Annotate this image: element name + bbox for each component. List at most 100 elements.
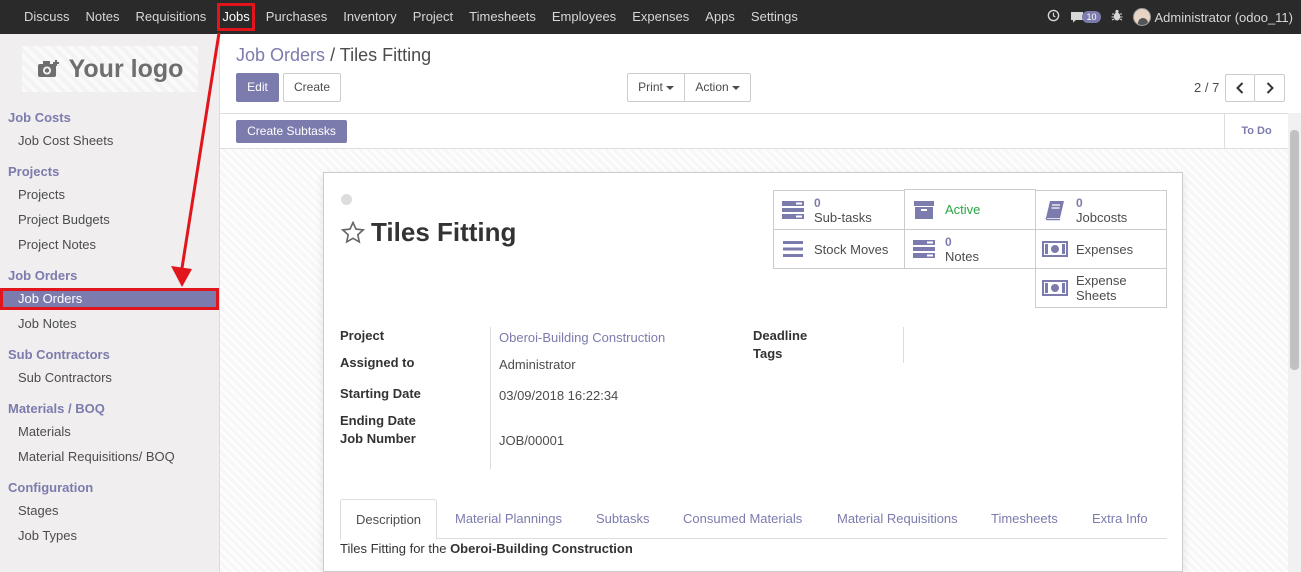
tab-material-requisitions[interactable]: Material Requisitions — [837, 499, 958, 539]
top-navbar: Discuss Notes Requisitions Jobs Purchase… — [0, 0, 1301, 34]
tab-timesheets[interactable]: Timesheets — [991, 499, 1058, 539]
star-icon[interactable] — [341, 221, 365, 244]
user-menu[interactable]: Administrator (odoo_11) — [1132, 8, 1294, 26]
notes-smart-button[interactable]: 0 Notes — [904, 229, 1036, 269]
jobcosts-count: 0 — [1076, 195, 1083, 210]
project-value[interactable]: Oberoi-Building Construction — [499, 330, 665, 345]
notes-count: 0 — [945, 234, 952, 249]
menu-jobs[interactable]: Jobs — [214, 0, 257, 34]
tab-description[interactable]: Description — [340, 499, 438, 540]
description-prefix: Tiles Fitting for the — [340, 541, 451, 556]
starting-date-value: 03/09/2018 16:22:34 — [499, 388, 619, 403]
sidebar-item-stages[interactable]: Stages — [0, 500, 219, 522]
assigned-to-label: Assigned to — [340, 355, 415, 370]
user-name: Administrator (odoo_11) — [1154, 9, 1294, 25]
print-label: Print — [638, 80, 663, 94]
expenses-label: Expenses — [1076, 241, 1134, 257]
menu-employees[interactable]: Employees — [544, 0, 624, 34]
expense-sheets-smart-button[interactable]: Expense Sheets — [1035, 268, 1167, 308]
edit-button[interactable]: Edit — [236, 73, 279, 102]
jobcosts-smart-button[interactable]: 0 Jobcosts — [1035, 190, 1167, 230]
breadcrumb-current: Tiles Fitting — [339, 45, 432, 65]
pager-previous-button[interactable] — [1225, 74, 1255, 102]
activity-clock-icon[interactable] — [1047, 9, 1060, 25]
tab-extra-info[interactable]: Extra Info — [1092, 499, 1148, 539]
menu-purchases[interactable]: Purchases — [258, 0, 335, 34]
money-bill-icon — [1042, 241, 1068, 257]
chevron-right-icon — [1266, 82, 1274, 94]
record-title: Tiles Fitting — [341, 217, 516, 248]
project-label: Project — [340, 328, 385, 343]
chevron-left-icon — [1236, 82, 1244, 94]
field-divider — [903, 327, 904, 363]
menu-settings[interactable]: Settings — [743, 0, 806, 34]
scrollbar-thumb[interactable] — [1290, 130, 1299, 370]
create-subtasks-button[interactable]: Create Subtasks — [236, 120, 347, 143]
sidebar-item-project-budgets[interactable]: Project Budgets — [0, 209, 219, 231]
subtasks-smart-button[interactable]: 0 Sub-tasks — [773, 190, 905, 230]
kanban-state-dot[interactable] — [341, 194, 352, 205]
assigned-to-value: Administrator — [499, 357, 576, 372]
systray: 10 Administrator (odoo_11) — [1047, 0, 1293, 34]
messages-icon[interactable]: 10 — [1070, 11, 1101, 23]
archive-icon — [911, 200, 937, 220]
expense-sheets-label: Expense Sheets — [1076, 273, 1127, 303]
caret-down-icon — [731, 85, 740, 90]
menu-project[interactable]: Project — [405, 0, 461, 34]
action-dropdown[interactable]: Action — [684, 73, 751, 102]
menu-inventory[interactable]: Inventory — [335, 0, 404, 34]
starting-date-label: Starting Date — [340, 386, 421, 401]
camera-icon — [37, 60, 59, 77]
tab-material-plannings[interactable]: Material Plannings — [455, 499, 562, 539]
sidebar-item-material-requisitions-boq[interactable]: Material Requisitions/ BOQ — [0, 446, 219, 468]
book-icon — [1042, 199, 1068, 221]
menu-timesheets[interactable]: Timesheets — [461, 0, 544, 34]
breadcrumb-job-orders[interactable]: Job Orders — [236, 45, 325, 65]
debug-bug-icon[interactable] — [1111, 9, 1123, 25]
sidebar-item-job-notes[interactable]: Job Notes — [0, 313, 219, 335]
stage-to-do[interactable]: To Do — [1224, 114, 1288, 149]
sidebar-item-job-orders[interactable]: Job Orders — [0, 288, 219, 310]
menu-apps[interactable]: Apps — [697, 0, 743, 34]
notes-label: Notes — [945, 248, 979, 264]
menu-notes[interactable]: Notes — [78, 0, 128, 34]
job-number-label: Job Number — [340, 431, 416, 446]
company-logo[interactable]: Your logo — [22, 46, 198, 92]
field-divider — [490, 327, 491, 469]
pager-value: 2 / 7 — [1194, 80, 1220, 95]
logo-text: Your logo — [68, 54, 184, 83]
stock-moves-smart-button[interactable]: Stock Moves — [773, 229, 905, 269]
tab-consumed-materials[interactable]: Consumed Materials — [683, 499, 802, 539]
description-text[interactable]: Tiles Fitting for the Oberoi-Building Co… — [340, 541, 633, 556]
list-bars-icon — [780, 240, 806, 258]
sidebar-section-configuration: Configuration — [8, 480, 94, 495]
sidebar-item-job-types[interactable]: Job Types — [0, 525, 219, 547]
sidebar-item-materials[interactable]: Materials — [0, 421, 219, 443]
create-button[interactable]: Create — [283, 73, 341, 102]
active-toggle-button[interactable]: Active — [904, 189, 1036, 230]
expenses-smart-button[interactable]: Expenses — [1035, 229, 1167, 269]
print-dropdown[interactable]: Print — [627, 73, 685, 102]
menu-requisitions[interactable]: Requisitions — [127, 0, 214, 34]
pager-next-button[interactable] — [1254, 74, 1285, 102]
sidebar-item-sub-contractors[interactable]: Sub Contractors — [0, 367, 219, 389]
tab-subtasks[interactable]: Subtasks — [596, 499, 649, 539]
sidebar-section-job-orders: Job Orders — [8, 268, 78, 283]
sidebar-item-projects[interactable]: Projects — [0, 184, 219, 206]
record-name: Tiles Fitting — [371, 217, 517, 247]
sidebar-section-sub-contractors: Sub Contractors — [8, 347, 110, 362]
sidebar-section-job-costs: Job Costs — [8, 110, 71, 125]
caret-down-icon — [665, 85, 674, 90]
form-sheet: Tiles Fitting 0 Sub-tasks Active 0 Jobcost… — [323, 172, 1183, 572]
tasks-icon — [780, 200, 806, 220]
money-bill-icon — [1042, 280, 1068, 296]
menu-discuss[interactable]: Discuss — [16, 0, 78, 34]
avatar — [1132, 8, 1151, 26]
sidebar-item-job-cost-sheets[interactable]: Job Cost Sheets — [0, 130, 219, 152]
tags-label: Tags — [753, 346, 783, 361]
breadcrumb: Job Orders / Tiles Fitting — [236, 45, 431, 66]
sidebar-item-project-notes[interactable]: Project Notes — [0, 234, 219, 256]
job-number-value: JOB/00001 — [499, 433, 565, 448]
subtasks-count: 0 — [814, 195, 821, 210]
menu-expenses[interactable]: Expenses — [624, 0, 697, 34]
